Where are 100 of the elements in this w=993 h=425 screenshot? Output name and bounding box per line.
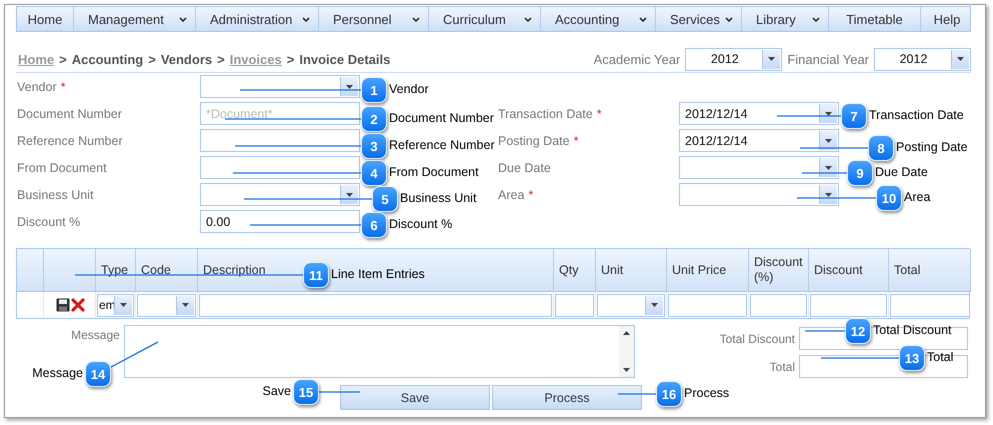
callout-label: Reference Number	[389, 137, 495, 153]
required-marker: *	[574, 134, 578, 148]
text-field[interactable]	[199, 294, 552, 316]
field-label: Reference Number	[16, 134, 124, 148]
text-field[interactable]	[810, 294, 887, 316]
dropdown-field[interactable]	[137, 294, 196, 316]
dropdown-button[interactable]	[819, 131, 837, 150]
nav-menu-item[interactable]: Services	[656, 7, 742, 31]
field-label: Area *	[497, 188, 534, 202]
field-label: Due Date	[497, 160, 552, 174]
delete-icon[interactable]	[71, 298, 85, 312]
callout-label: Document Number	[389, 110, 494, 126]
field-label: Total	[768, 360, 795, 374]
leader-line	[805, 330, 845, 332]
callout-label: Save	[262, 383, 291, 399]
required-marker: *	[528, 188, 534, 202]
save-icon[interactable]	[56, 298, 70, 312]
caret-icon	[825, 166, 832, 170]
callout-badge: 2	[361, 106, 387, 132]
leader-line	[802, 172, 847, 174]
dropdown-field[interactable]	[200, 75, 360, 98]
caret-icon	[957, 57, 964, 61]
nav-menu-item[interactable]: Administration	[196, 7, 319, 31]
dropdown-field[interactable]: 2012/12/14	[679, 129, 839, 152]
dropdown-button[interactable]	[114, 296, 132, 314]
breadcrumb-separator: >	[148, 52, 156, 66]
dropdown-button[interactable]	[176, 296, 194, 314]
dropdown-button[interactable]	[819, 158, 837, 177]
callout-label: Message	[32, 365, 83, 381]
callout-label: Total Discount	[873, 322, 952, 338]
dropdown-button[interactable]	[340, 77, 358, 96]
chevron-down-icon	[179, 16, 187, 22]
nav-menu-item[interactable]: Timetable	[829, 7, 921, 31]
nav-menu-item[interactable]: Personnel	[319, 7, 429, 31]
caret-icon	[825, 112, 832, 116]
callout-badge: 3	[361, 133, 387, 159]
field-label: From Document	[16, 160, 108, 174]
caret-icon	[346, 192, 353, 196]
callout-badge: 7	[841, 103, 867, 129]
callout-badge: 12	[845, 318, 871, 344]
dropdown-field[interactable]: 2012	[874, 48, 971, 70]
callout-label: Business Unit	[400, 190, 476, 206]
nav-menu-item[interactable]: Home	[17, 7, 74, 31]
field-label: Document Number	[16, 106, 123, 120]
dropdown-button[interactable]	[819, 104, 837, 123]
dropdown-field[interactable]	[200, 183, 360, 206]
breadcrumb-item: Vendors	[160, 52, 212, 66]
dropdown-field[interactable]: 2012/12/14	[679, 102, 839, 125]
field-label: Posting Date *	[497, 134, 580, 148]
action-button[interactable]: Save	[340, 385, 490, 410]
action-button[interactable]: Process	[492, 385, 642, 410]
dropdown-button[interactable]	[951, 50, 969, 68]
nav-menu-item[interactable]: Accounting	[541, 7, 656, 31]
dropdown-button[interactable]	[819, 185, 837, 204]
callout-badge: 10	[876, 185, 902, 211]
dropdown-button[interactable]	[340, 185, 358, 204]
text-field[interactable]: 0.00	[200, 210, 360, 233]
column-header: Qty	[554, 249, 596, 292]
leader-line	[777, 115, 841, 117]
column-header: Discount	[809, 249, 889, 292]
chevron-down-icon	[302, 16, 310, 22]
required-marker: *	[596, 106, 602, 120]
caret-icon	[182, 303, 189, 307]
field-label: Message	[70, 327, 120, 342]
dropdown-button[interactable]	[762, 50, 780, 68]
dropdown-field[interactable]	[679, 156, 839, 179]
callout-label: Total	[927, 349, 954, 365]
chevron-down-icon	[725, 16, 733, 22]
field-label: Discount %	[16, 214, 82, 228]
chevron-down-icon	[524, 16, 532, 22]
text-field[interactable]	[555, 294, 594, 316]
column-header: Code	[136, 249, 198, 292]
text-field[interactable]	[668, 294, 747, 316]
caret-icon	[651, 303, 658, 307]
callout-badge: 1	[361, 77, 387, 103]
text-field[interactable]	[750, 294, 807, 316]
required-marker: *	[60, 80, 66, 94]
dropdown-button[interactable]	[645, 296, 663, 314]
callout-label: Process	[684, 385, 730, 401]
text-field[interactable]	[200, 129, 360, 152]
breadcrumb-separator: >	[286, 52, 294, 66]
text-field[interactable]	[890, 294, 970, 316]
nav-menu-item[interactable]: Curriculum	[429, 7, 541, 31]
breadcrumb-item: Accounting	[72, 52, 144, 66]
nav-menu-item[interactable]: Library	[742, 7, 829, 31]
nav-menu-item[interactable]: Management	[74, 7, 196, 31]
callout-label: Area	[904, 189, 930, 205]
dropdown-field[interactable]	[597, 294, 665, 316]
scroll-up-icon	[623, 331, 630, 335]
callout-label: Due Date	[875, 164, 928, 180]
callout-badge: 15	[293, 379, 319, 405]
nav-menu-item[interactable]: Help	[921, 7, 973, 31]
dropdown-field[interactable]	[679, 183, 839, 206]
message-field[interactable]	[124, 325, 635, 378]
caret-icon	[768, 57, 776, 61]
column-header: Unit Price	[667, 249, 749, 292]
dropdown-field[interactable]: 2012	[685, 48, 782, 70]
callout-label: Line Item Entries	[331, 266, 425, 282]
text-field[interactable]	[200, 156, 360, 179]
field-label: Business Unit	[16, 188, 94, 202]
